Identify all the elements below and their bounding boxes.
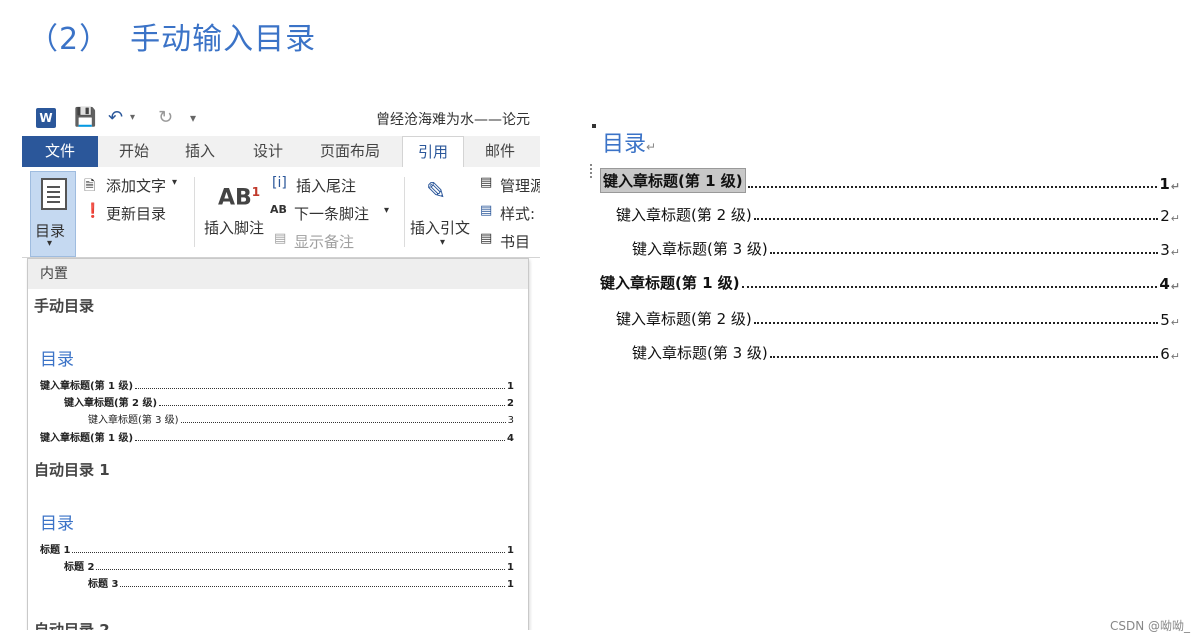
ribbon: 目录 ▾ 🗎 添加文字 ▾ ❗ 更新目录 AB1 插入脚注 [i] 插入尾注 A… — [22, 167, 540, 258]
document-title: 曾经沧海难为水——论元 — [376, 112, 530, 128]
tab-references[interactable]: 引用 — [402, 136, 464, 168]
next-footnote-button[interactable]: 下一条脚注 — [294, 203, 369, 224]
toc-gallery: 内置 手动目录 目录 键入章标题(第 1 级) 1 键入章标题(第 2 级) 2 键… — [27, 258, 529, 630]
toc-row[interactable]: 键入章标题(第 1 级) 1 ↵ — [600, 168, 1180, 193]
toc-button[interactable]: 目录 ▾ — [30, 171, 76, 257]
toc-heading: 目录↵ — [602, 132, 657, 157]
toc-row[interactable]: 键入章标题(第 3 级) 3 ↵ — [632, 238, 1180, 259]
insert-footnote-button[interactable]: 插入脚注 — [204, 217, 264, 238]
toc-row[interactable]: 键入章标题(第 2 级) 5 ↵ — [616, 308, 1180, 329]
list-item[interactable]: 键入章标题(第 1 级) 1 — [40, 377, 514, 392]
add-text-icon: 🗎 — [84, 178, 96, 194]
manage-sources-icon: ▤ — [480, 175, 493, 190]
ribbon-separator — [404, 177, 405, 247]
update-toc-icon: ❗ — [84, 203, 102, 219]
chevron-down-icon: ▾ — [384, 205, 390, 216]
document-toc: 目录↵ 键入章标题(第 1 级) 1 ↵ 键入章标题(第 2 级) 2 ↵ 键入章标题(… — [590, 120, 1190, 380]
list-item[interactable]: 键入章标题(第 3 级) 3 — [40, 411, 514, 426]
update-toc-button[interactable]: 更新目录 — [106, 203, 166, 224]
redo-icon[interactable]: ↻ — [158, 107, 173, 128]
chevron-down-icon: ▾ — [440, 237, 446, 248]
manual-toc-option[interactable]: 手动目录 — [34, 295, 94, 316]
style-icon: ▤ — [480, 203, 493, 218]
tab-home[interactable]: 开始 — [108, 136, 160, 167]
insert-endnote-icon: [i] — [272, 175, 287, 191]
quick-access-toolbar: W 💾 ↶ ▾ ↻ ▾ 曾经沧海难为水——论元 — [22, 100, 540, 136]
list-item[interactable]: 标题 11 — [40, 541, 514, 556]
list-item[interactable]: 键入章标题(第 2 级) 2 — [40, 394, 514, 409]
heading-number: （2） — [28, 22, 111, 57]
insert-endnote-button[interactable]: 插入尾注 — [296, 175, 356, 196]
ribbon-tabs: 文件 开始 插入 设计 页面布局 引用 邮件 — [22, 136, 540, 168]
paragraph-bullet — [592, 124, 596, 128]
word-window: W 💾 ↶ ▾ ↻ ▾ 曾经沧海难为水——论元 文件 开始 插入 设计 页面布局… — [22, 100, 540, 630]
list-item[interactable]: 键入章标题(第 1 级) 4 — [40, 429, 514, 444]
tab-insert[interactable]: 插入 — [174, 136, 226, 167]
chevron-down-icon: ▾ — [172, 177, 178, 188]
insert-citation-icon: ✎ — [426, 177, 447, 205]
customize-qat-icon[interactable]: ▾ — [190, 111, 196, 125]
bibliography-icon: ▤ — [480, 231, 493, 246]
ribbon-separator — [194, 177, 195, 247]
list-item[interactable]: 标题 31 — [40, 575, 514, 590]
next-footnote-icon: AB — [270, 203, 287, 216]
toc-icon — [41, 178, 67, 210]
tab-mailings[interactable]: 邮件 — [474, 136, 526, 167]
tab-layout[interactable]: 页面布局 — [310, 136, 390, 167]
list-item[interactable]: 标题 21 — [40, 558, 514, 573]
insert-footnote-icon: AB1 — [218, 185, 261, 211]
add-text-button[interactable]: 添加文字 — [106, 175, 166, 196]
heading-text: 手动输入目录 — [130, 22, 317, 57]
save-icon[interactable]: 💾 — [74, 107, 96, 128]
chevron-down-icon: ▾ — [47, 238, 53, 249]
manage-sources-button[interactable]: 管理源 — [500, 175, 540, 196]
style-dropdown[interactable]: 样式: — [500, 203, 535, 224]
toc-row[interactable]: 键入章标题(第 3 级) 6 ↵ — [632, 342, 1180, 363]
tab-design[interactable]: 设计 — [242, 136, 294, 167]
toc-row[interactable]: 键入章标题(第 2 级) 2 ↵ — [616, 204, 1180, 225]
word-logo-icon: W — [36, 108, 56, 128]
auto-toc-1-preview-title: 目录 — [40, 514, 74, 534]
manual-toc-preview-title: 目录 — [40, 350, 74, 370]
toc-row[interactable]: 键入章标题(第 1 级) 4 ↵ — [600, 272, 1180, 293]
undo-icon[interactable]: ↶ — [108, 107, 123, 128]
tab-file[interactable]: 文件 — [22, 136, 98, 167]
content-control-handle[interactable] — [590, 164, 598, 178]
show-notes-icon: ▤ — [274, 231, 287, 246]
bibliography-button[interactable]: 书目 — [500, 231, 530, 252]
insert-citation-button[interactable]: 插入引文 — [410, 217, 470, 238]
watermark: CSDN @呦呦_ — [1109, 619, 1190, 633]
undo-dropdown-icon[interactable]: ▾ — [130, 112, 135, 123]
slide-heading: （2） 手动输入目录 — [28, 14, 316, 58]
gallery-section-header: 内置 — [28, 259, 528, 289]
auto-toc-1-option[interactable]: 自动目录 1 — [34, 459, 110, 480]
auto-toc-2-option[interactable]: 自动目录 2 — [34, 619, 110, 630]
show-notes-button[interactable]: 显示备注 — [294, 231, 354, 252]
